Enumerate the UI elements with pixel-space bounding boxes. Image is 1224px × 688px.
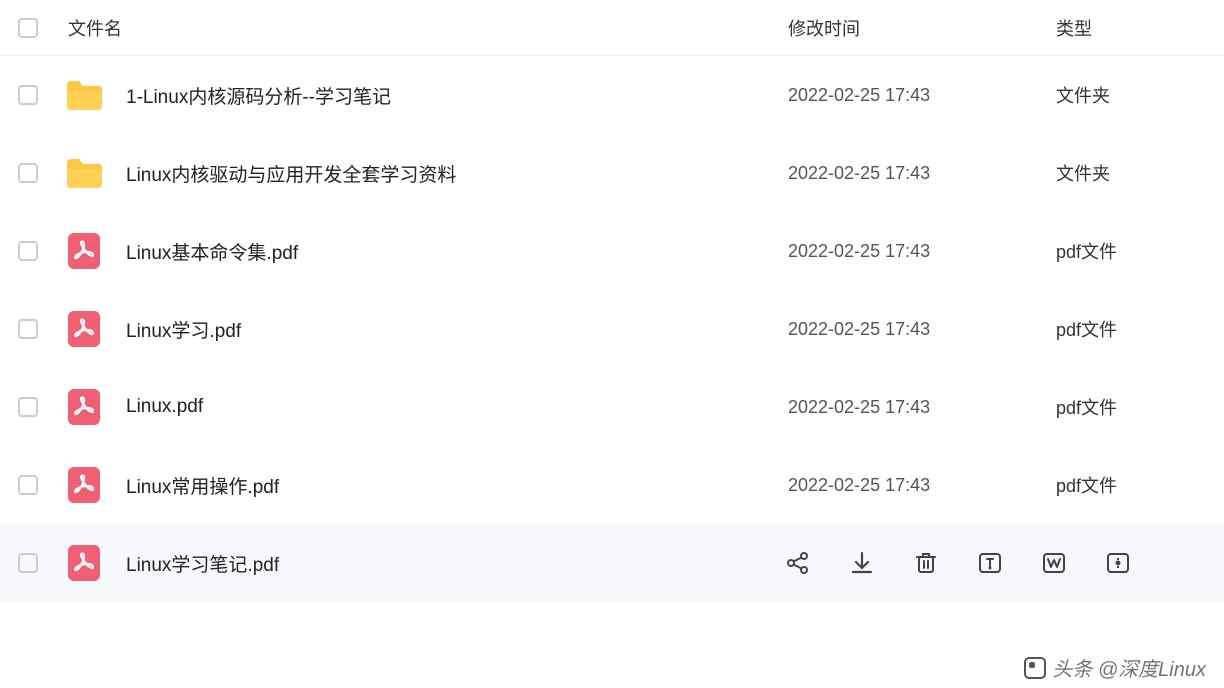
row-time: 2022-02-25 17:43 — [776, 163, 1056, 184]
pdf-icon — [64, 309, 104, 349]
watermark: 头条 @深度Linux — [1024, 653, 1206, 682]
column-header-type[interactable]: 类型 — [1056, 15, 1206, 41]
row-time: 2022-02-25 17:43 — [776, 85, 1056, 106]
row-time: 2022-02-25 17:43 — [776, 319, 1056, 340]
delete-icon[interactable] — [912, 549, 940, 577]
column-header-name[interactable]: 文件名 — [68, 15, 776, 41]
row-checkbox[interactable] — [18, 553, 38, 573]
rename-icon[interactable] — [976, 549, 1004, 577]
row-time: 2022-02-25 17:43 — [776, 397, 1056, 418]
watermark-text: 头条 @深度Linux — [1052, 653, 1206, 682]
table-row[interactable]: Linux学习.pdf2022-02-25 17:43pdf文件 — [0, 290, 1224, 368]
table-row[interactable]: 1-Linux内核源码分析--学习笔记2022-02-25 17:43文件夹 — [0, 56, 1224, 134]
folder-icon — [64, 75, 104, 115]
row-checkbox[interactable] — [18, 241, 38, 261]
row-filename[interactable]: Linux学习笔记.pdf — [126, 550, 776, 577]
pdf-icon — [64, 543, 104, 583]
table-row[interactable]: Linux内核驱动与应用开发全套学习资料2022-02-25 17:43文件夹 — [0, 134, 1224, 212]
row-type: pdf文件 — [1056, 472, 1206, 498]
pdf-icon — [64, 231, 104, 271]
table-header: 文件名 修改时间 类型 — [0, 0, 1224, 56]
column-header-time[interactable]: 修改时间 — [776, 15, 1056, 41]
row-checkbox[interactable] — [18, 475, 38, 495]
download-icon[interactable] — [848, 549, 876, 577]
row-filename[interactable]: 1-Linux内核源码分析--学习笔记 — [126, 82, 776, 109]
folder-icon — [64, 153, 104, 193]
pdf-icon — [64, 465, 104, 505]
row-checkbox[interactable] — [18, 163, 38, 183]
row-filename[interactable]: Linux.pdf — [126, 396, 776, 418]
row-checkbox[interactable] — [18, 397, 38, 417]
row-filename[interactable]: Linux常用操作.pdf — [126, 472, 776, 499]
table-row[interactable]: Linux学习笔记.pdf — [0, 524, 1224, 602]
row-type: 文件夹 — [1056, 160, 1206, 186]
row-time: 2022-02-25 17:43 — [776, 475, 1056, 496]
open-doc-icon[interactable] — [1040, 549, 1068, 577]
row-time: 2022-02-25 17:43 — [776, 241, 1056, 262]
row-filename[interactable]: Linux基本命令集.pdf — [126, 238, 776, 265]
row-filename[interactable]: Linux内核驱动与应用开发全套学习资料 — [126, 160, 776, 187]
watermark-logo-icon — [1024, 657, 1046, 679]
table-row[interactable]: Linux.pdf2022-02-25 17:43pdf文件 — [0, 368, 1224, 446]
share-icon[interactable] — [784, 549, 812, 577]
row-type: 文件夹 — [1056, 82, 1206, 108]
pdf-icon — [64, 387, 104, 427]
row-filename[interactable]: Linux学习.pdf — [126, 316, 776, 343]
row-type: pdf文件 — [1056, 238, 1206, 264]
select-all-checkbox[interactable] — [18, 18, 38, 38]
more-icon[interactable] — [1104, 549, 1132, 577]
table-row[interactable]: Linux基本命令集.pdf2022-02-25 17:43pdf文件 — [0, 212, 1224, 290]
row-type: pdf文件 — [1056, 394, 1206, 420]
table-row[interactable]: Linux常用操作.pdf2022-02-25 17:43pdf文件 — [0, 446, 1224, 524]
row-checkbox[interactable] — [18, 85, 38, 105]
row-action-bar — [776, 549, 1206, 577]
row-checkbox[interactable] — [18, 319, 38, 339]
row-type: pdf文件 — [1056, 316, 1206, 342]
